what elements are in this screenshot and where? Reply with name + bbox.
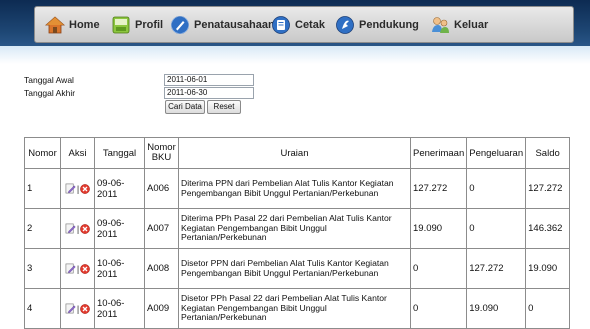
cell-penerimaan: 127.272: [409, 168, 468, 209]
menu-penatausahaan[interactable]: Penatausahaan: [170, 14, 275, 36]
cell-nomor: 3: [24, 248, 61, 289]
cell-aksi: |: [60, 288, 95, 329]
action-separator: |: [76, 263, 80, 274]
menu-pendukung[interactable]: Pendukung: [335, 14, 419, 36]
menu-keluar[interactable]: Keluar: [430, 14, 488, 36]
cell-uraian: Disetor PPh Pasal 22 dari Pembelian Alat…: [178, 288, 411, 329]
action-separator: |: [76, 223, 80, 234]
cell-nomor-bku: A008: [144, 248, 179, 289]
column-header-penerimaan: Penerimaan: [409, 137, 468, 169]
edit-icon[interactable]: [65, 303, 76, 314]
cell-pengeluaran: 19.090: [466, 288, 527, 329]
menu-keluar-label: Keluar: [454, 19, 489, 31]
column-header-nomor: Nomor: [24, 137, 61, 169]
cell-tanggal: 10-06-2011: [94, 248, 145, 289]
cell-pengeluaran: 127.272: [466, 248, 527, 289]
cell-tanggal: 09-06-2011: [94, 168, 145, 209]
cell-aksi: |: [60, 168, 95, 209]
administration-icon: [171, 16, 189, 34]
column-header-tanggal: Tanggal: [94, 137, 145, 169]
logout-icon: [432, 17, 449, 33]
cell-aksi: |: [60, 248, 95, 289]
edit-icon[interactable]: [65, 183, 76, 194]
cell-penerimaan: 19.090: [409, 208, 468, 249]
cell-nomor-bku: A006: [144, 168, 179, 209]
menu-cetak-label: Cetak: [295, 19, 325, 31]
main-menu: Home Profil Penatausahaan Cetak Pendukun…: [34, 6, 574, 43]
cell-saldo: 19.090: [525, 248, 571, 289]
print-icon: [272, 16, 290, 34]
table-row: 2 | 09-06-2011 A007 Diterima PPh Pasal 2…: [24, 208, 571, 249]
cell-tanggal: 09-06-2011: [94, 208, 145, 249]
start-date-label: Tanggal Awal: [24, 75, 74, 85]
menu-profil-label: Profil: [135, 19, 164, 31]
cell-uraian: Diterima PPh Pasal 22 dari Pembelian Ala…: [178, 208, 411, 249]
delete-icon[interactable]: [80, 183, 91, 194]
cell-saldo: 146.362: [525, 208, 571, 249]
transactions-table: Nomor Aksi Tanggal Nomor BKU Uraian Pene…: [24, 137, 571, 329]
menu-penatausahaan-label: Penatausahaan: [194, 19, 275, 31]
end-date-label: Tanggal Akhir: [24, 88, 76, 98]
edit-icon[interactable]: [65, 263, 76, 274]
home-icon: [45, 16, 65, 34]
table-row: 3 | 10-06-2011 A008 Disetor PPN dari Pem…: [24, 248, 571, 289]
column-header-pengeluaran: Pengeluaran: [466, 137, 527, 169]
menu-profil[interactable]: Profil: [111, 14, 163, 36]
cell-uraian: Diterima PPN dari Pembelian Alat Tulis K…: [178, 168, 411, 209]
table-row: 1 | 09-06-2011 A006 Diterima PPN dari Pe…: [24, 168, 571, 209]
column-header-aksi: Aksi: [60, 137, 95, 169]
menu-home-label: Home: [69, 19, 100, 31]
profile-icon: [112, 16, 130, 34]
cell-pengeluaran: 0: [466, 168, 527, 209]
table-row: 4 | 10-06-2011 A009 Disetor PPh Pasal 22…: [24, 288, 571, 329]
cell-pengeluaran: 0: [466, 208, 527, 249]
cell-penerimaan: 0: [409, 288, 468, 329]
cell-nomor-bku: A007: [144, 208, 179, 249]
column-header-nomor-bku: Nomor BKU: [144, 137, 179, 169]
end-date-input[interactable]: 2011-06-30: [164, 87, 254, 99]
delete-icon[interactable]: [80, 223, 91, 234]
menu-pendukung-label: Pendukung: [359, 19, 419, 31]
action-separator: |: [76, 183, 80, 194]
reset-button[interactable]: Reset: [207, 100, 241, 114]
table-header-row: Nomor Aksi Tanggal Nomor BKU Uraian Pene…: [24, 137, 571, 169]
cell-nomor: 4: [24, 288, 61, 329]
header-gradient: [0, 46, 590, 64]
menu-home[interactable]: Home: [45, 14, 100, 36]
action-separator: |: [76, 303, 80, 314]
edit-icon[interactable]: [65, 223, 76, 234]
cell-penerimaan: 0: [409, 248, 468, 289]
cell-uraian: Disetor PPN dari Pembelian Alat Tulis Ka…: [178, 248, 411, 289]
cell-nomor-bku: A009: [144, 288, 179, 329]
cell-saldo: 127.272: [525, 168, 571, 209]
cell-saldo: 0: [525, 288, 571, 329]
cell-nomor: 1: [24, 168, 61, 209]
cell-nomor: 2: [24, 208, 61, 249]
column-header-uraian: Uraian: [178, 137, 411, 169]
support-icon: [336, 16, 354, 34]
column-header-saldo: Saldo: [525, 137, 571, 169]
search-button[interactable]: Cari Data: [165, 100, 205, 114]
menu-cetak[interactable]: Cetak: [271, 14, 325, 36]
delete-icon[interactable]: [80, 263, 91, 274]
start-date-input[interactable]: 2011-06-01: [164, 74, 254, 86]
delete-icon[interactable]: [80, 303, 91, 314]
cell-tanggal: 10-06-2011: [94, 288, 145, 329]
cell-aksi: |: [60, 208, 95, 249]
